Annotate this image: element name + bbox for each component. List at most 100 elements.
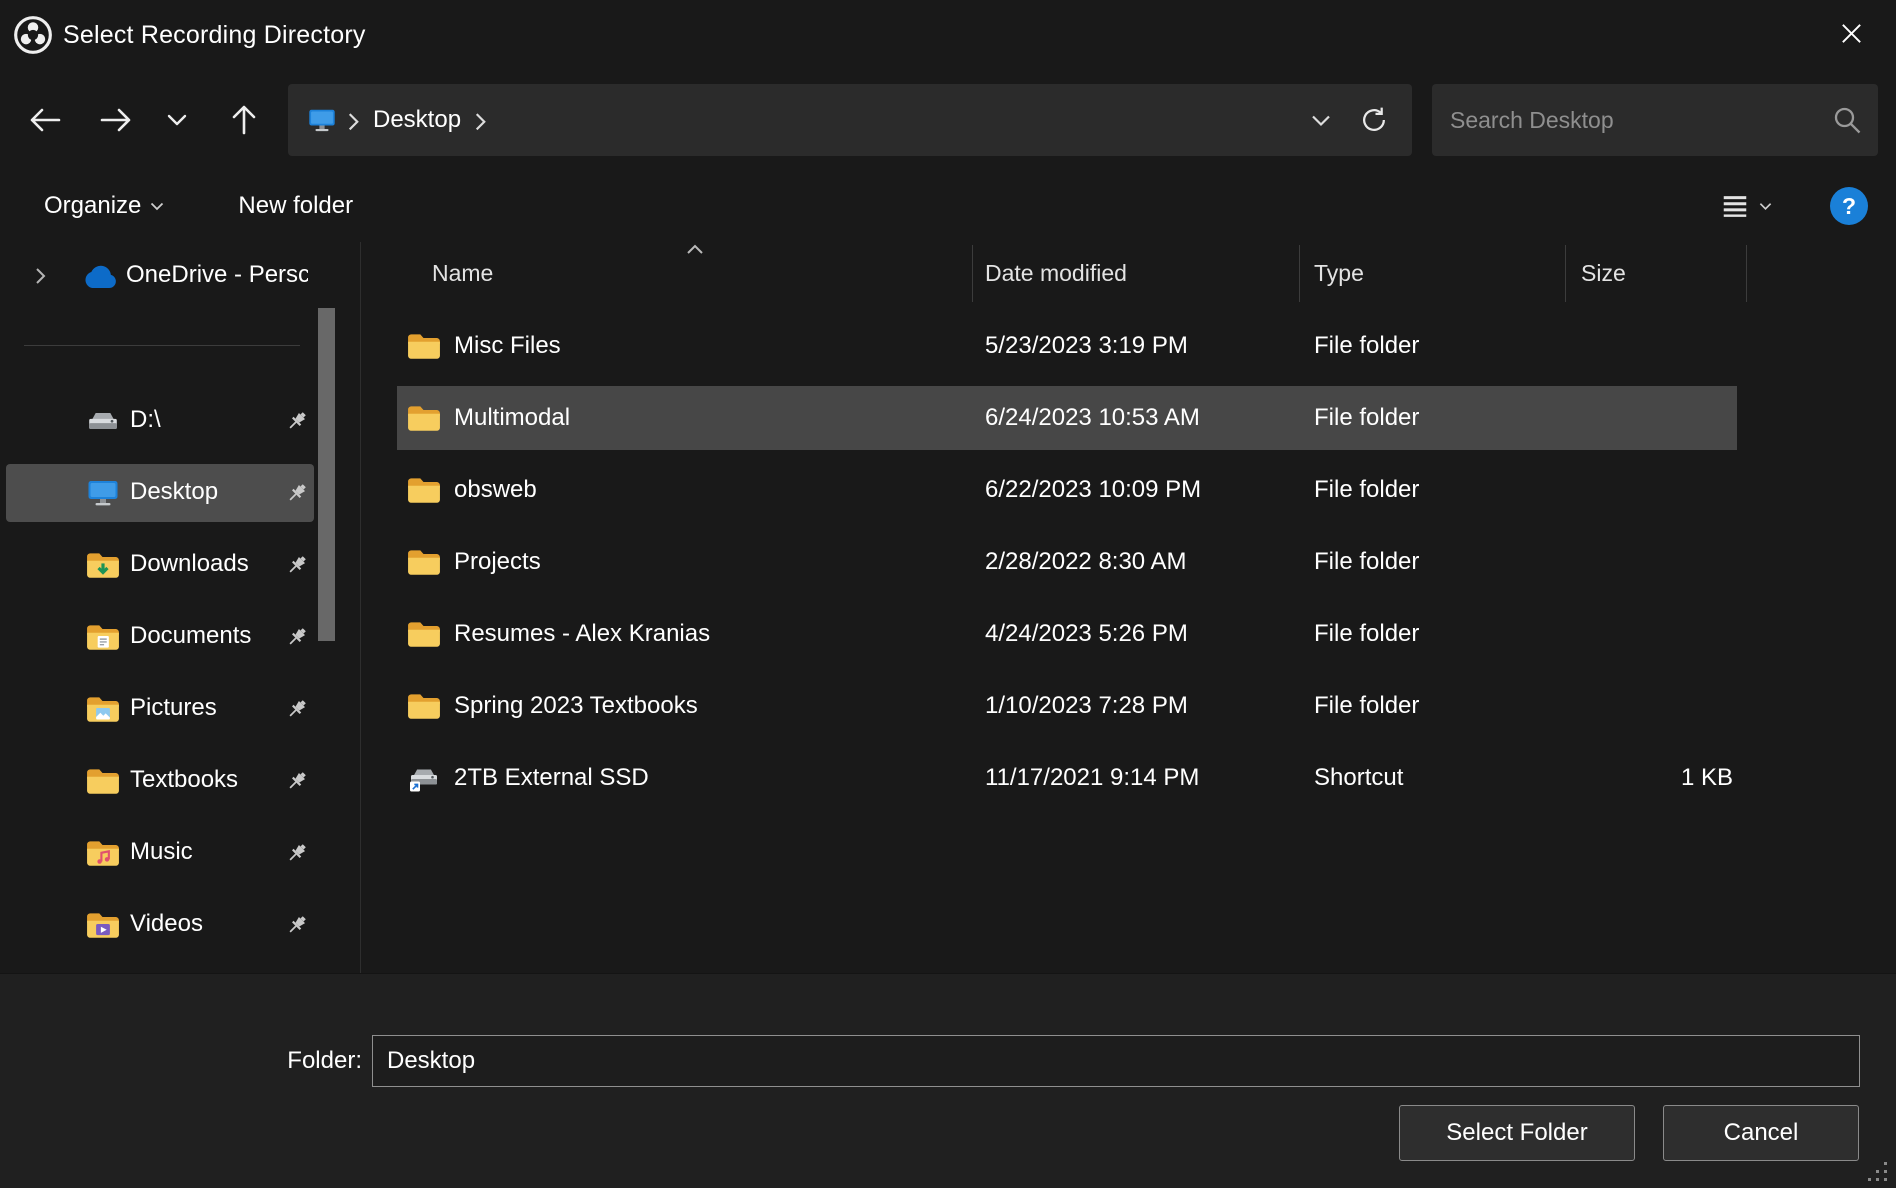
folder-icon (407, 620, 441, 648)
file-size (1566, 526, 1747, 598)
column-header-size[interactable]: Size (1566, 245, 1747, 302)
file-type: Shortcut (1300, 742, 1566, 814)
refresh-icon (1359, 105, 1389, 135)
breadcrumb-desktop[interactable]: Desktop (371, 102, 463, 138)
organize-button[interactable]: Organize (44, 192, 164, 220)
breadcrumb-chevron-icon (474, 112, 487, 129)
file-name: Misc Files (454, 332, 561, 360)
chevron-down-icon (150, 202, 164, 211)
column-header-name[interactable]: Name (361, 245, 973, 302)
file-size (1566, 598, 1747, 670)
sidebar-item-label: Documents (130, 622, 260, 650)
pin-icon (284, 912, 310, 938)
sidebar-item-documents[interactable]: Documents (6, 608, 314, 666)
file-row-resumes[interactable]: Resumes - Alex Kranias 4/24/2023 5:26 PM… (361, 598, 1896, 670)
file-row-external-ssd[interactable]: 2TB External SSD 11/17/2021 9:14 PM Shor… (361, 742, 1896, 814)
search-input[interactable] (1432, 84, 1878, 156)
pin-icon (284, 840, 310, 866)
resize-grip[interactable] (1866, 1160, 1890, 1184)
file-date: 11/17/2021 9:14 PM (973, 742, 1300, 814)
file-size (1566, 310, 1747, 382)
select-recording-directory-dialog: Select Recording Directory Desktop (0, 0, 1896, 1188)
sidebar-item-videos[interactable]: Videos (6, 896, 314, 954)
column-header-type[interactable]: Type (1300, 245, 1566, 302)
file-list: Name Date modified Type Size Misc Files … (361, 242, 1896, 973)
file-size (1566, 454, 1747, 526)
pin-icon (284, 480, 310, 506)
forward-arrow-icon (99, 105, 133, 135)
file-date: 6/24/2023 10:53 AM (973, 382, 1300, 454)
select-folder-button[interactable]: Select Folder (1399, 1105, 1635, 1161)
address-bar[interactable]: Desktop (288, 84, 1412, 156)
folder-icon (407, 476, 441, 504)
sidebar-item-downloads[interactable]: Downloads (6, 536, 314, 594)
videos-folder-icon (86, 911, 120, 939)
file-name: 2TB External SSD (454, 764, 649, 792)
file-name: Multimodal (454, 404, 570, 432)
folder-icon (407, 404, 441, 432)
pin-icon (284, 552, 310, 578)
close-button[interactable] (1806, 0, 1896, 66)
file-date: 4/24/2023 5:26 PM (973, 598, 1300, 670)
folder-label: Folder: (240, 1047, 362, 1075)
file-date: 1/10/2023 7:28 PM (973, 670, 1300, 742)
sidebar-scrollbar[interactable] (318, 242, 335, 973)
file-row-obsweb[interactable]: obsweb 6/22/2023 10:09 PM File folder (361, 454, 1896, 526)
sidebar-item-desktop[interactable]: Desktop (6, 464, 314, 522)
up-button[interactable] (218, 96, 270, 144)
drive-shortcut-icon (407, 764, 441, 792)
view-options-button[interactable] (1720, 191, 1772, 221)
file-name: Resumes - Alex Kranias (454, 620, 710, 648)
window-title: Select Recording Directory (63, 21, 366, 50)
back-arrow-icon (28, 105, 62, 135)
sidebar-item-label: Videos (130, 910, 260, 938)
forward-button[interactable] (90, 96, 142, 144)
command-bar-right: ? (1720, 170, 1896, 242)
scrollbar-thumb[interactable] (318, 308, 335, 641)
sidebar-item-label: OneDrive - Persc (126, 261, 308, 289)
file-row-misc-files[interactable]: Misc Files 5/23/2023 3:19 PM File folder (361, 310, 1896, 382)
file-row-projects[interactable]: Projects 2/28/2022 8:30 AM File folder (361, 526, 1896, 598)
file-type: File folder (1300, 670, 1566, 742)
close-icon (1839, 21, 1864, 46)
desktop-icon (86, 479, 120, 507)
address-dropdown-button[interactable] (1296, 96, 1346, 144)
folder-name-input[interactable] (372, 1035, 1860, 1087)
pin-icon (284, 624, 310, 650)
sidebar-item-onedrive-personal[interactable]: OneDrive - Persc (6, 247, 314, 305)
new-folder-button[interactable]: New folder (238, 192, 353, 220)
sidebar-item-music[interactable]: Music (6, 824, 314, 882)
back-button[interactable] (19, 96, 71, 144)
file-row-spring-textbooks[interactable]: Spring 2023 Textbooks 1/10/2023 7:28 PM … (361, 670, 1896, 742)
refresh-button[interactable] (1346, 96, 1402, 144)
column-header-date-modified[interactable]: Date modified (973, 245, 1300, 302)
file-type: File folder (1300, 598, 1566, 670)
file-row-multimodal[interactable]: Multimodal 6/24/2023 10:53 AM File folde… (361, 382, 1896, 454)
chevron-down-icon (1311, 114, 1331, 127)
file-type: File folder (1300, 310, 1566, 382)
chevron-down-icon (167, 113, 187, 127)
organize-label: Organize (44, 192, 141, 220)
sidebar-item-label: Textbooks (130, 766, 260, 794)
sidebar-item-label: Downloads (130, 550, 260, 578)
file-date: 5/23/2023 3:19 PM (973, 310, 1300, 382)
file-rows: Misc Files 5/23/2023 3:19 PM File folder… (361, 310, 1896, 814)
sidebar-item-pictures[interactable]: Pictures (6, 680, 314, 738)
up-arrow-icon (229, 104, 259, 136)
help-button[interactable]: ? (1830, 187, 1868, 225)
sidebar-item-label: D:\ (130, 406, 260, 434)
onedrive-icon (78, 264, 118, 292)
recent-locations-button[interactable] (155, 96, 199, 144)
chevron-right-icon[interactable] (34, 267, 47, 285)
titlebar: Select Recording Directory (0, 0, 1896, 70)
navigation-pane: OneDrive - Persc D:\ Desktop (0, 242, 360, 973)
sidebar-item-label: Pictures (130, 694, 260, 722)
sidebar-item-label: Music (130, 838, 260, 866)
pin-icon (284, 408, 310, 434)
details-view-icon (1720, 191, 1750, 221)
sidebar-item-drive-d[interactable]: D:\ (6, 392, 314, 450)
sidebar-item-textbooks[interactable]: Textbooks (6, 752, 314, 810)
music-folder-icon (86, 839, 120, 867)
pin-icon (284, 696, 310, 722)
cancel-button[interactable]: Cancel (1663, 1105, 1859, 1161)
